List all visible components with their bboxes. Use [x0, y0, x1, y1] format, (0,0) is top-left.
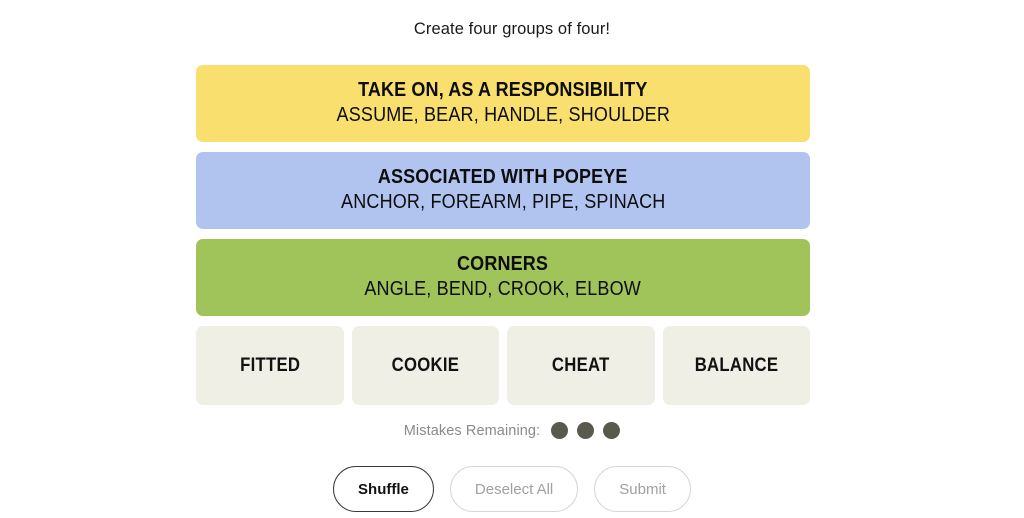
solved-group-title: CORNERS: [457, 252, 549, 275]
word-tile-label: BALANCE: [694, 354, 779, 376]
deselect-all-button[interactable]: Deselect All: [449, 466, 579, 512]
mistakes-remaining: Mistakes Remaining:: [0, 422, 1024, 439]
connections-game-page: Create four groups of four! TAKE ON, AS …: [0, 0, 1024, 518]
word-tile-balance[interactable]: BALANCE: [662, 326, 810, 405]
word-tile-label: CHEAT: [551, 354, 610, 376]
word-tile-cheat[interactable]: CHEAT: [507, 326, 655, 405]
solved-group-members: ANCHOR, FOREARM, PIPE, SPINACH: [340, 191, 666, 214]
instruction-text: Create four groups of four!: [413, 20, 611, 38]
deselect-all-button-label: Deselect All: [474, 480, 554, 498]
word-tile-label: FITTED: [239, 354, 300, 376]
solved-group-members: ANGLE, BEND, CROOK, ELBOW: [364, 278, 642, 301]
solved-group-green: CORNERS ANGLE, BEND, CROOK, ELBOW: [196, 239, 810, 316]
controls-row: Shuffle Deselect All Submit: [0, 466, 1024, 512]
shuffle-button-label: Shuffle: [358, 480, 409, 498]
solved-group-members: ASSUME, BEAR, HANDLE, SHOULDER: [336, 104, 670, 127]
mistakes-remaining-label: Mistakes Remaining:: [403, 422, 541, 439]
word-tile-fitted[interactable]: FITTED: [196, 326, 344, 405]
game-board: TAKE ON, AS A RESPONSIBILITY ASSUME, BEA…: [196, 65, 810, 405]
remaining-tiles-row: FITTED COOKIE CHEAT BALANCE: [196, 326, 810, 405]
mistake-dot: [603, 422, 621, 439]
solved-group-blue: ASSOCIATED WITH POPEYE ANCHOR, FOREARM, …: [196, 152, 810, 229]
solved-group-title: ASSOCIATED WITH POPEYE: [378, 165, 628, 188]
solved-group-yellow: TAKE ON, AS A RESPONSIBILITY ASSUME, BEA…: [196, 65, 810, 142]
solved-group-title: TAKE ON, AS A RESPONSIBILITY: [358, 78, 648, 101]
submit-button[interactable]: Submit: [594, 466, 691, 512]
shuffle-button[interactable]: Shuffle: [333, 466, 434, 512]
submit-button-label: Submit: [619, 480, 666, 498]
mistake-dot: [577, 422, 595, 439]
mistake-dot: [551, 422, 569, 439]
word-tile-label: COOKIE: [391, 354, 460, 376]
word-tile-cookie[interactable]: COOKIE: [351, 326, 499, 405]
